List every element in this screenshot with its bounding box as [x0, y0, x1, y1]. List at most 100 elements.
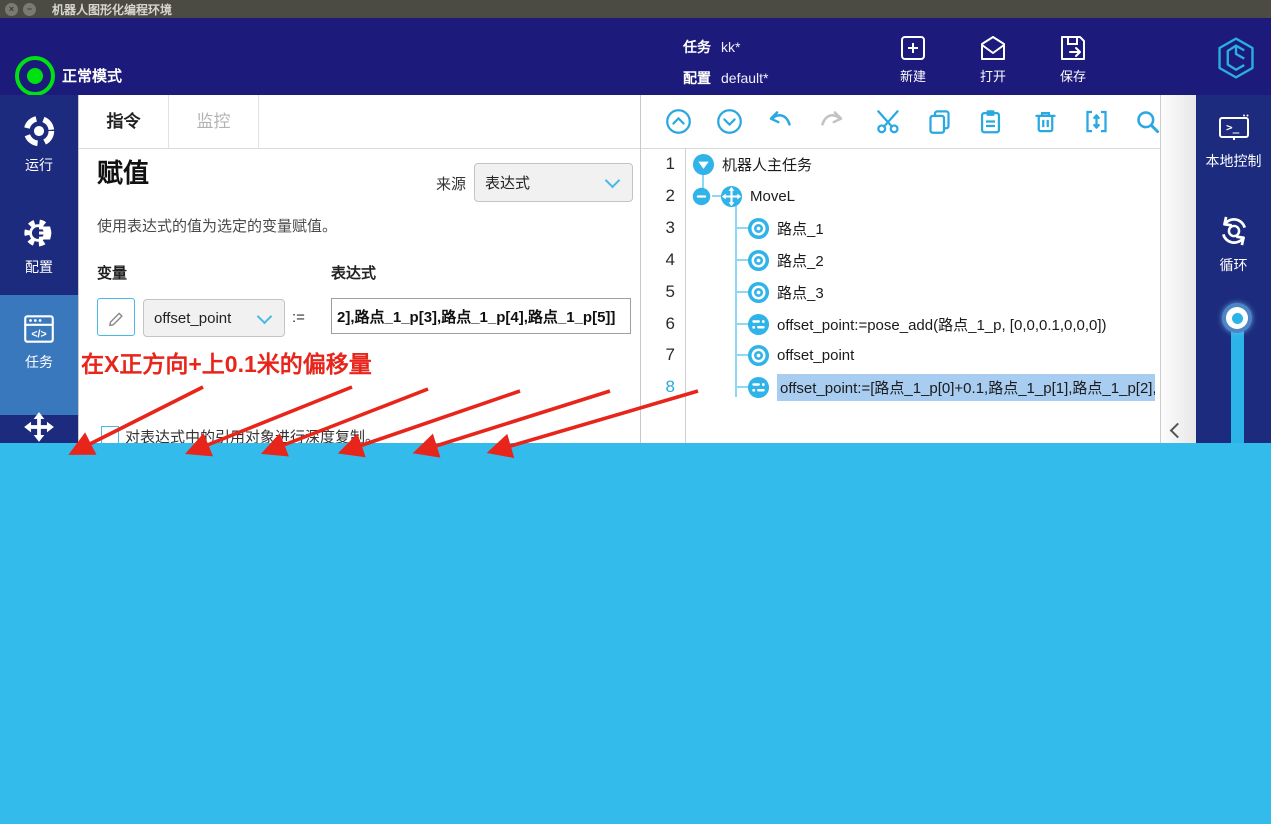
config-row: 配置 default*	[683, 68, 768, 88]
line-number: 6	[645, 308, 675, 340]
variable-select[interactable]: offset_point	[143, 299, 285, 337]
save-button[interactable]: 保存	[1041, 32, 1105, 85]
expand-all-icon[interactable]	[716, 108, 743, 135]
chevron-down-icon	[257, 308, 273, 324]
open-file-icon	[977, 32, 1009, 64]
tree-row[interactable]: offset_point:=[路点_1_p[0]+0.1,路点_1_p[1],路…	[685, 371, 1161, 403]
titlebar: × − 机器人图形化编程环境	[0, 0, 1271, 18]
config-value: default*	[721, 70, 768, 86]
sidebar-item-config-label: 配置	[25, 259, 53, 275]
tree-row[interactable]: 路点_3	[685, 276, 1161, 308]
waypoint-icon[interactable]	[747, 281, 770, 304]
collapse-minus-icon[interactable]	[692, 187, 711, 206]
mode-label: 正常模式	[62, 65, 122, 86]
variable-select-value: offset_point	[144, 310, 253, 327]
open-button[interactable]: 打开	[961, 32, 1025, 85]
tree-row-label: 路点_1	[777, 218, 824, 239]
new-button-label: 新建	[900, 69, 926, 84]
assign-icon[interactable]	[747, 376, 770, 399]
line-number: 3	[645, 212, 675, 244]
tree-row[interactable]: 机器人主任务	[685, 148, 1161, 180]
open-button-label: 打开	[980, 69, 1006, 84]
copy-icon[interactable]	[926, 108, 953, 135]
source-label: 来源	[436, 173, 466, 194]
sidebar-item-config[interactable]: 配置	[0, 215, 78, 277]
swap-icon[interactable]	[1083, 108, 1110, 135]
chevron-down-icon	[605, 173, 621, 189]
save-icon	[1057, 32, 1089, 64]
tree-row-label: 路点_3	[777, 282, 824, 303]
move-node-icon	[720, 185, 743, 208]
sidebar-item-local-control[interactable]: >_ 本地控制	[1196, 113, 1271, 171]
config-label: 配置	[683, 70, 711, 86]
sidebar-item-run[interactable]: 运行	[0, 113, 78, 175]
svg-text:</>: </>	[31, 328, 46, 340]
tree-toolbar	[641, 95, 1161, 149]
app-window: × − 机器人图形化编程环境 正常模式 任务 kk* 配置 default* 新建 …	[0, 0, 1271, 824]
speed-slider-track[interactable]	[1231, 318, 1244, 443]
sidebar-item-task-label: 任务	[25, 354, 53, 370]
panel-collapse-strip[interactable]	[1160, 95, 1197, 443]
waypoint-icon[interactable]	[747, 217, 770, 240]
source-select[interactable]: 表达式	[474, 163, 633, 202]
assign-symbol: :=	[292, 309, 305, 326]
page-title: 赋值	[97, 153, 149, 190]
collapse-all-icon[interactable]	[665, 108, 692, 135]
tab-monitor[interactable]: 监控	[169, 95, 259, 148]
gear-icon	[21, 215, 57, 251]
edit-variable-button[interactable]	[97, 298, 135, 336]
search-icon[interactable]	[1134, 108, 1161, 135]
waypoint-icon[interactable]	[747, 249, 770, 272]
left-sidebar: 运行 配置 </> 任务	[0, 95, 78, 443]
deep-copy-checkbox[interactable]	[101, 426, 119, 444]
tree-row-label: 机器人主任务	[722, 154, 812, 175]
line-number: 2	[645, 180, 675, 212]
save-button-label: 保存	[1060, 69, 1086, 84]
header: 正常模式 任务 kk* 配置 default* 新建 打开 保存	[0, 18, 1271, 95]
instruction-description: 使用表达式的值为选定的变量赋值。	[97, 215, 337, 236]
code-window-icon: </>	[21, 312, 57, 346]
brand-logo-icon	[1216, 36, 1256, 80]
minimize-icon[interactable]: −	[23, 3, 36, 16]
collapse-node-icon[interactable]	[692, 153, 715, 176]
paste-icon[interactable]	[977, 108, 1004, 135]
tab-instruction[interactable]: 指令	[79, 95, 169, 148]
svg-text:>_: >_	[1226, 121, 1240, 134]
delete-icon[interactable]	[1032, 108, 1059, 135]
line-number: 1	[645, 148, 675, 180]
undo-icon[interactable]	[767, 108, 794, 135]
tree-row[interactable]: offset_point:=pose_add(路点_1_p, [0,0,0.1,…	[685, 308, 1161, 340]
pencil-icon	[106, 307, 126, 327]
tree-row[interactable]: 路点_1	[685, 212, 1161, 244]
tree-row[interactable]: offset_point	[685, 339, 1161, 371]
line-number: 5	[645, 276, 675, 308]
new-button[interactable]: 新建	[881, 32, 945, 85]
tree-row[interactable]: MoveL	[685, 180, 1161, 212]
program-tree-panel: 12345678 机器人主任务MoveL路点_1路点_2路点_3offset_p…	[640, 95, 1161, 443]
task-row: 任务 kk*	[683, 37, 740, 57]
cut-icon[interactable]	[875, 108, 902, 135]
window-title: 机器人图形化编程环境	[52, 1, 172, 18]
line-number: 7	[645, 339, 675, 371]
instruction-panel: 指令 监控 赋值 来源 表达式 使用表达式的值为选定的变量赋值。 变量 表达式 …	[78, 95, 641, 443]
terminal-icon: >_	[1216, 113, 1252, 145]
tree-row[interactable]: 路点_2	[685, 244, 1161, 276]
tab-bar: 指令 监控	[79, 95, 641, 149]
sidebar-item-loop[interactable]: 循环	[1196, 213, 1271, 275]
sidebar-item-task[interactable]: </> 任务	[0, 295, 78, 415]
tree-row-label: MoveL	[750, 188, 795, 205]
waypoint-icon[interactable]	[747, 344, 770, 367]
tree-row-label: offset_point	[777, 347, 854, 364]
assign-icon[interactable]	[747, 313, 770, 336]
task-value: kk*	[721, 39, 740, 55]
speed-slider-handle[interactable]	[1222, 303, 1252, 333]
line-number: 8	[645, 371, 675, 403]
loop-icon	[1216, 213, 1252, 249]
redo-icon[interactable]	[818, 108, 845, 135]
program-tree-rows: 机器人主任务 MoveL 路点_1 路点_2 路点_3 offset_point:=pos…	[685, 148, 1161, 443]
expression-input[interactable]: 2],路点_1_p[3],路点_1_p[4],路点_1_p[5]]	[331, 298, 631, 334]
task-label: 任务	[683, 39, 711, 55]
annotation-text: 在X正方向+上0.1米的偏移量	[81, 345, 372, 379]
move-arrows-icon	[22, 410, 56, 444]
close-icon[interactable]: ×	[5, 3, 18, 16]
